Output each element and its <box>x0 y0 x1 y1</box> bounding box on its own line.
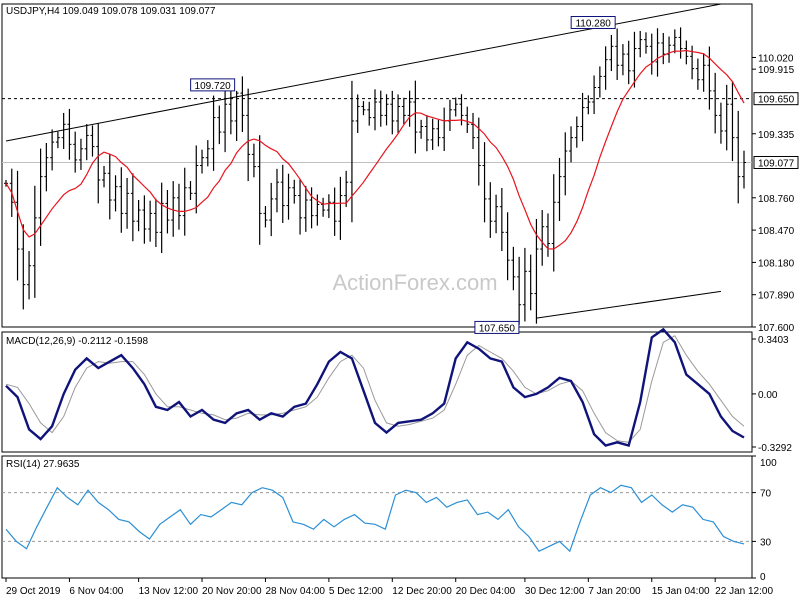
rsi-ytick-label: 30 <box>760 537 772 548</box>
x-tick-label: 30 Dec 12:00 <box>525 586 585 597</box>
price-ytick-label: 109.077 <box>758 158 795 169</box>
x-tick-label: 20 Nov 20:00 <box>202 586 262 597</box>
symbol-header: USDJPY,H4 109.049 109.078 109.031 109.07… <box>6 6 216 17</box>
price-annotation-label: 110.280 <box>575 19 611 30</box>
rsi-ytick-label: 70 <box>760 489 772 500</box>
rsi-panel <box>2 484 752 553</box>
rsi-title: RSI(14) 27.9635 <box>6 459 80 470</box>
x-tick-label: 29 Oct 2019 <box>6 586 61 597</box>
price-ytick-label: 109.915 <box>758 65 795 76</box>
channel-lower-line <box>536 290 722 319</box>
price-ytick-label: 109.650 <box>758 95 795 106</box>
price-annotation-label: 107.650 <box>479 323 516 334</box>
macd-ytick-label: 0.3403 <box>758 335 789 346</box>
rsi-ytick-label: 0 <box>760 572 766 583</box>
x-tick-label: 20 Dec 04:00 <box>456 586 516 597</box>
x-tick-label: 5 Dec 12:00 <box>329 586 383 597</box>
x-tick-label: 13 Nov 12:00 <box>139 586 199 597</box>
moving-average-line <box>5 49 745 250</box>
watermark-text: ActionForex.com <box>332 270 497 295</box>
x-tick-label: 12 Dec 20:00 <box>392 586 452 597</box>
axes: 110.020109.915 109.650 109.335 109.077 108.7… <box>5 53 799 597</box>
price-ytick-label: 107.600 <box>758 323 795 334</box>
price-ytick-label: 109.335 <box>758 130 795 141</box>
macd-ytick-label: 0.00 <box>758 390 778 401</box>
x-tick-label: 15 Jan 04:00 <box>652 586 710 597</box>
chart-canvas: ActionForex.com 109.720 110.280 107.650 11… <box>1 3 799 597</box>
price-ytick-label: 108.760 <box>758 194 795 205</box>
price-ytick-label: 110.020 <box>758 53 794 64</box>
price-annotation-label: 109.720 <box>195 81 232 92</box>
macd-title: MACD(12,26,9) -0.2112 -0.1598 <box>6 336 149 347</box>
price-ytick-label: 108.470 <box>758 226 795 237</box>
x-tick-label: 6 Nov 04:00 <box>69 586 123 597</box>
price-panel: ActionForex.com 109.720 110.280 107.650 <box>2 3 752 334</box>
price-ytick-label: 108.180 <box>758 258 795 269</box>
macd-ytick-label: -0.3292 <box>758 443 792 454</box>
panel-frame-2 <box>1 455 753 579</box>
usdjpy-h4-chart: ActionForex.com 109.720 110.280 107.650 11… <box>0 0 800 600</box>
x-tick-label: 7 Jan 20:00 <box>588 586 641 597</box>
x-tick-label: 22 Jan 12:00 <box>715 586 773 597</box>
panel-frame-1 <box>1 331 753 453</box>
rsi-ytick-label: 100 <box>760 458 777 469</box>
x-tick-label: 28 Nov 04:00 <box>265 586 325 597</box>
price-ytick-label: 107.890 <box>758 291 795 302</box>
